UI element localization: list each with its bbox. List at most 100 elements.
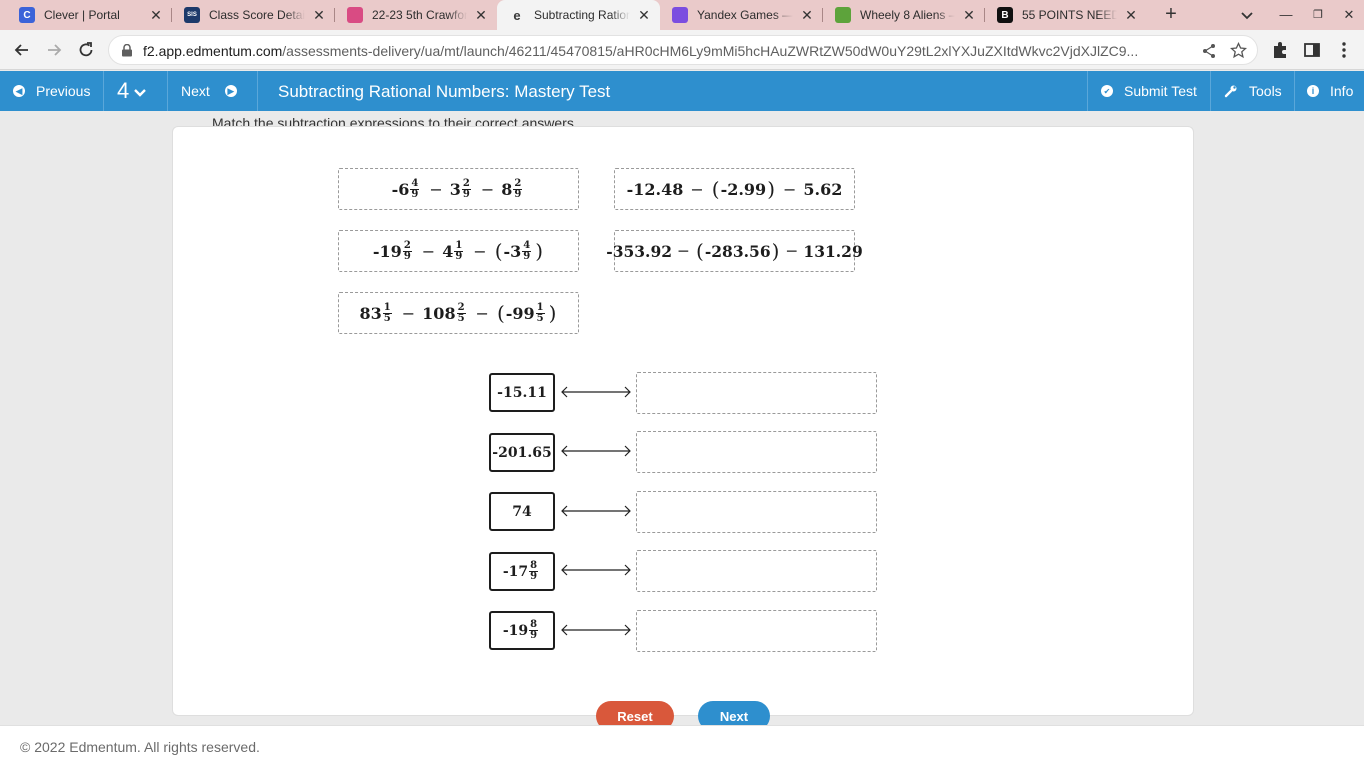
drop-zone[interactable] (636, 550, 877, 592)
submit-label: Submit Test (1124, 83, 1197, 99)
browser-tab-strip: C Clever | Portal ✕ SIS Class Score Deta… (0, 0, 1364, 30)
question-page: Match the subtraction expressions to the… (0, 111, 1364, 725)
close-tab-icon[interactable]: ✕ (473, 7, 489, 24)
close-tab-icon[interactable]: ✕ (636, 7, 652, 24)
brainly-favicon-icon: B (997, 7, 1013, 23)
fraction: 49 (522, 239, 532, 262)
next-arrow-icon: ▶ (224, 85, 237, 97)
copyright-text: © 2022 Edmentum. All rights reserved. (20, 739, 260, 755)
fraction: 15 (382, 301, 392, 324)
question-number-dropdown[interactable]: 4 (104, 71, 168, 111)
question-number: 4 (117, 78, 130, 103)
bookmark-star-icon[interactable] (1230, 42, 1247, 59)
submit-test-button[interactable]: ✔ Submit Test (1087, 71, 1210, 111)
drop-zone[interactable] (636, 431, 877, 473)
close-tab-icon[interactable]: ✕ (799, 7, 815, 24)
double-arrow-icon (561, 624, 631, 636)
chevron-down-icon (134, 89, 147, 97)
reload-icon[interactable] (76, 40, 96, 60)
forward-arrow-icon[interactable] (44, 40, 64, 60)
fraction: 29 (461, 177, 471, 200)
double-arrow-icon (561, 564, 631, 576)
drop-zone[interactable] (636, 372, 877, 414)
clever-favicon-icon: C (19, 7, 35, 23)
browser-tab-brainly[interactable]: B 55 POINTS NEED HEL ✕ (985, 0, 1147, 30)
share-icon[interactable] (1201, 43, 1217, 59)
close-window-icon[interactable]: ✕ (1341, 7, 1357, 23)
expression-tile[interactable]: -19 2 9 −4 1 9 −(-3 4 9) (338, 230, 579, 272)
answer-box: -17 8 9 (489, 552, 555, 591)
url-text: f2.app.edmentum.com/assessments-delivery… (143, 43, 1203, 59)
browser-tab-class-score[interactable]: SIS Class Score Detail ✕ (172, 0, 335, 30)
tab-title: 22-23 5th Crawford (372, 8, 467, 22)
page-title: Subtracting Rational Numbers: Mastery Te… (278, 82, 611, 101)
drop-zone[interactable] (636, 491, 877, 533)
expression-tile[interactable]: -6 4 9 −3 2 9 −8 2 9 (338, 168, 579, 210)
previous-button[interactable]: ◀ Previous (0, 71, 104, 111)
tab-title: Class Score Detail (209, 8, 305, 22)
fraction: 89 (529, 619, 539, 641)
sis-favicon-icon: SIS (184, 7, 200, 23)
classroom-favicon-icon (347, 7, 363, 23)
answer-box: -201.65 (489, 433, 555, 472)
previous-label: Previous (36, 83, 91, 99)
next-label: Next (181, 83, 210, 99)
expression-tile[interactable]: -12.48−(-2.99) −5.62 (614, 168, 855, 210)
restore-window-icon[interactable]: ❐ (1310, 7, 1326, 23)
info-icon: i (1307, 85, 1319, 97)
tab-title: Yandex Games — the (697, 8, 793, 22)
fraction: 19 (454, 239, 464, 262)
reset-button[interactable]: Reset (596, 701, 674, 725)
close-tab-icon[interactable]: ✕ (1123, 7, 1139, 24)
browser-toolbar: f2.app.edmentum.com/assessments-delivery… (0, 30, 1364, 70)
tab-title: Subtracting Rational Numbers (534, 8, 630, 22)
tab-title: Wheely 8 Aliens — Pl (860, 8, 955, 22)
new-tab-icon[interactable]: + (1160, 4, 1182, 26)
browser-tab-yandex[interactable]: Yandex Games — the ✕ (660, 0, 823, 30)
next-button[interactable]: Next (698, 701, 770, 725)
info-label: Info (1330, 83, 1354, 99)
wrench-icon (1224, 85, 1237, 98)
wheely-favicon-icon (835, 7, 851, 23)
edmentum-favicon-icon: e (513, 7, 521, 23)
browser-tab-classroom[interactable]: 22-23 5th Crawford ✕ (335, 0, 497, 30)
previous-arrow-icon: ◀ (13, 85, 25, 97)
fraction: 29 (402, 239, 412, 262)
assessment-toolbar: ◀ Previous 4 Next ▶ Subtracting Rational… (0, 71, 1364, 111)
browser-tab-wheely[interactable]: Wheely 8 Aliens — Pl ✕ (823, 0, 985, 30)
drop-zone[interactable] (636, 610, 877, 652)
url-path: /assessments-delivery/ua/mt/launch/46211… (282, 43, 1139, 59)
info-button[interactable]: i Info (1294, 71, 1364, 111)
double-arrow-icon (561, 505, 631, 517)
expression-tile[interactable]: 83 1 5 −108 2 5 −(-99 1 5) (338, 292, 579, 334)
fraction: 29 (513, 177, 523, 200)
double-arrow-icon (561, 386, 631, 398)
tools-button[interactable]: Tools (1210, 71, 1294, 111)
expression-tile[interactable]: -353.92−(-283.56) −131.29 (606, 230, 863, 272)
tools-label: Tools (1249, 83, 1282, 99)
tab-search-chevron-icon[interactable] (1238, 6, 1256, 24)
url-domain: f2.app.edmentum.com (143, 43, 283, 59)
side-panel-icon[interactable] (1302, 40, 1322, 60)
tab-title: 55 POINTS NEED HEL (1022, 8, 1117, 22)
fraction: 89 (529, 560, 539, 582)
answer-box: -15.11 (489, 373, 555, 412)
browser-tab-clever[interactable]: C Clever | Portal ✕ (0, 0, 172, 30)
lock-icon[interactable] (121, 44, 133, 57)
minimize-window-icon[interactable]: — (1278, 7, 1294, 23)
extensions-puzzle-icon[interactable] (1270, 40, 1290, 60)
browser-menu-icon[interactable] (1334, 40, 1354, 60)
fraction: 49 (410, 177, 420, 200)
back-arrow-icon[interactable] (12, 40, 32, 60)
check-circle-icon: ✔ (1101, 85, 1113, 97)
browser-tab-subtracting[interactable]: e Subtracting Rational Numbers ✕ (497, 0, 660, 30)
answer-box: 74 (489, 492, 555, 531)
next-question-button[interactable]: Next ▶ (168, 71, 258, 111)
close-tab-icon[interactable]: ✕ (961, 7, 977, 24)
close-tab-icon[interactable]: ✕ (148, 7, 164, 24)
fraction: 15 (535, 301, 545, 324)
answer-box: -19 8 9 (489, 611, 555, 650)
close-tab-icon[interactable]: ✕ (311, 7, 327, 24)
page-footer: © 2022 Edmentum. All rights reserved. (0, 725, 1364, 767)
address-bar[interactable]: f2.app.edmentum.com/assessments-delivery… (108, 35, 1258, 65)
